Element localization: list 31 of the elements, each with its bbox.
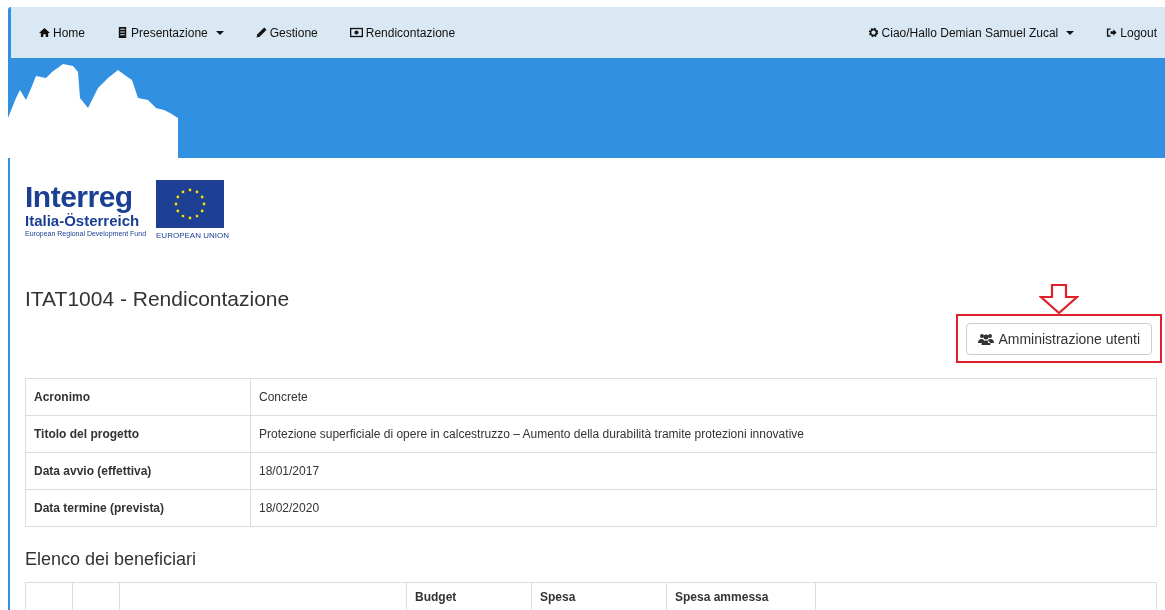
logo-region: Italia-Österreich: [25, 212, 141, 229]
page-title: ITAT1004 - Rendicontazione: [25, 287, 290, 311]
table-cell: 18/02/2020: [250, 489, 1157, 527]
nav-link[interactable]: Rendicontazione: [349, 25, 456, 40]
logo-wordmark: Interreg: [25, 182, 134, 212]
users-icon: [978, 333, 995, 345]
pencil-icon: [255, 27, 267, 38]
banknote-icon: [349, 27, 363, 38]
table-label: Titolo del progetto: [25, 415, 251, 453]
nav-link[interactable]: Ciao/Hallo Demian Samuel Zucal: [867, 25, 1075, 40]
admin-users-button[interactable]: Amministrazione utenti: [966, 323, 1152, 355]
document-icon: [117, 27, 128, 38]
nav-link[interactable]: Presentazione: [117, 25, 224, 40]
eu-label: EUROPEAN UNION: [156, 231, 229, 240]
logout-icon: [1106, 27, 1118, 38]
home-icon: [39, 27, 50, 38]
table-label: Data termine (prevista): [25, 489, 251, 527]
eu-flag-icon: [156, 180, 225, 228]
nav-link[interactable]: Gestione: [255, 25, 318, 40]
gear-icon: [867, 27, 879, 38]
nav-link[interactable]: Home: [39, 25, 85, 40]
column-header: Spesa ammessa: [675, 590, 769, 604]
nav-link[interactable]: Logout: [1106, 25, 1157, 40]
column-header: Budget: [415, 590, 457, 604]
table-cell: Concrete: [250, 378, 1157, 416]
section-heading: Elenco dei beneficiari: [25, 549, 198, 570]
column-header: Spesa: [540, 590, 576, 604]
table-label: Acronimo: [25, 378, 251, 416]
table-cell: Protezione superficiale di opere in calcestruzzo – Aumento della durabilità tramite protezioni innovative: [250, 415, 1157, 453]
table-cell: 18/01/2017: [250, 452, 1157, 490]
table-label: Data avvio (effettiva): [25, 452, 251, 490]
